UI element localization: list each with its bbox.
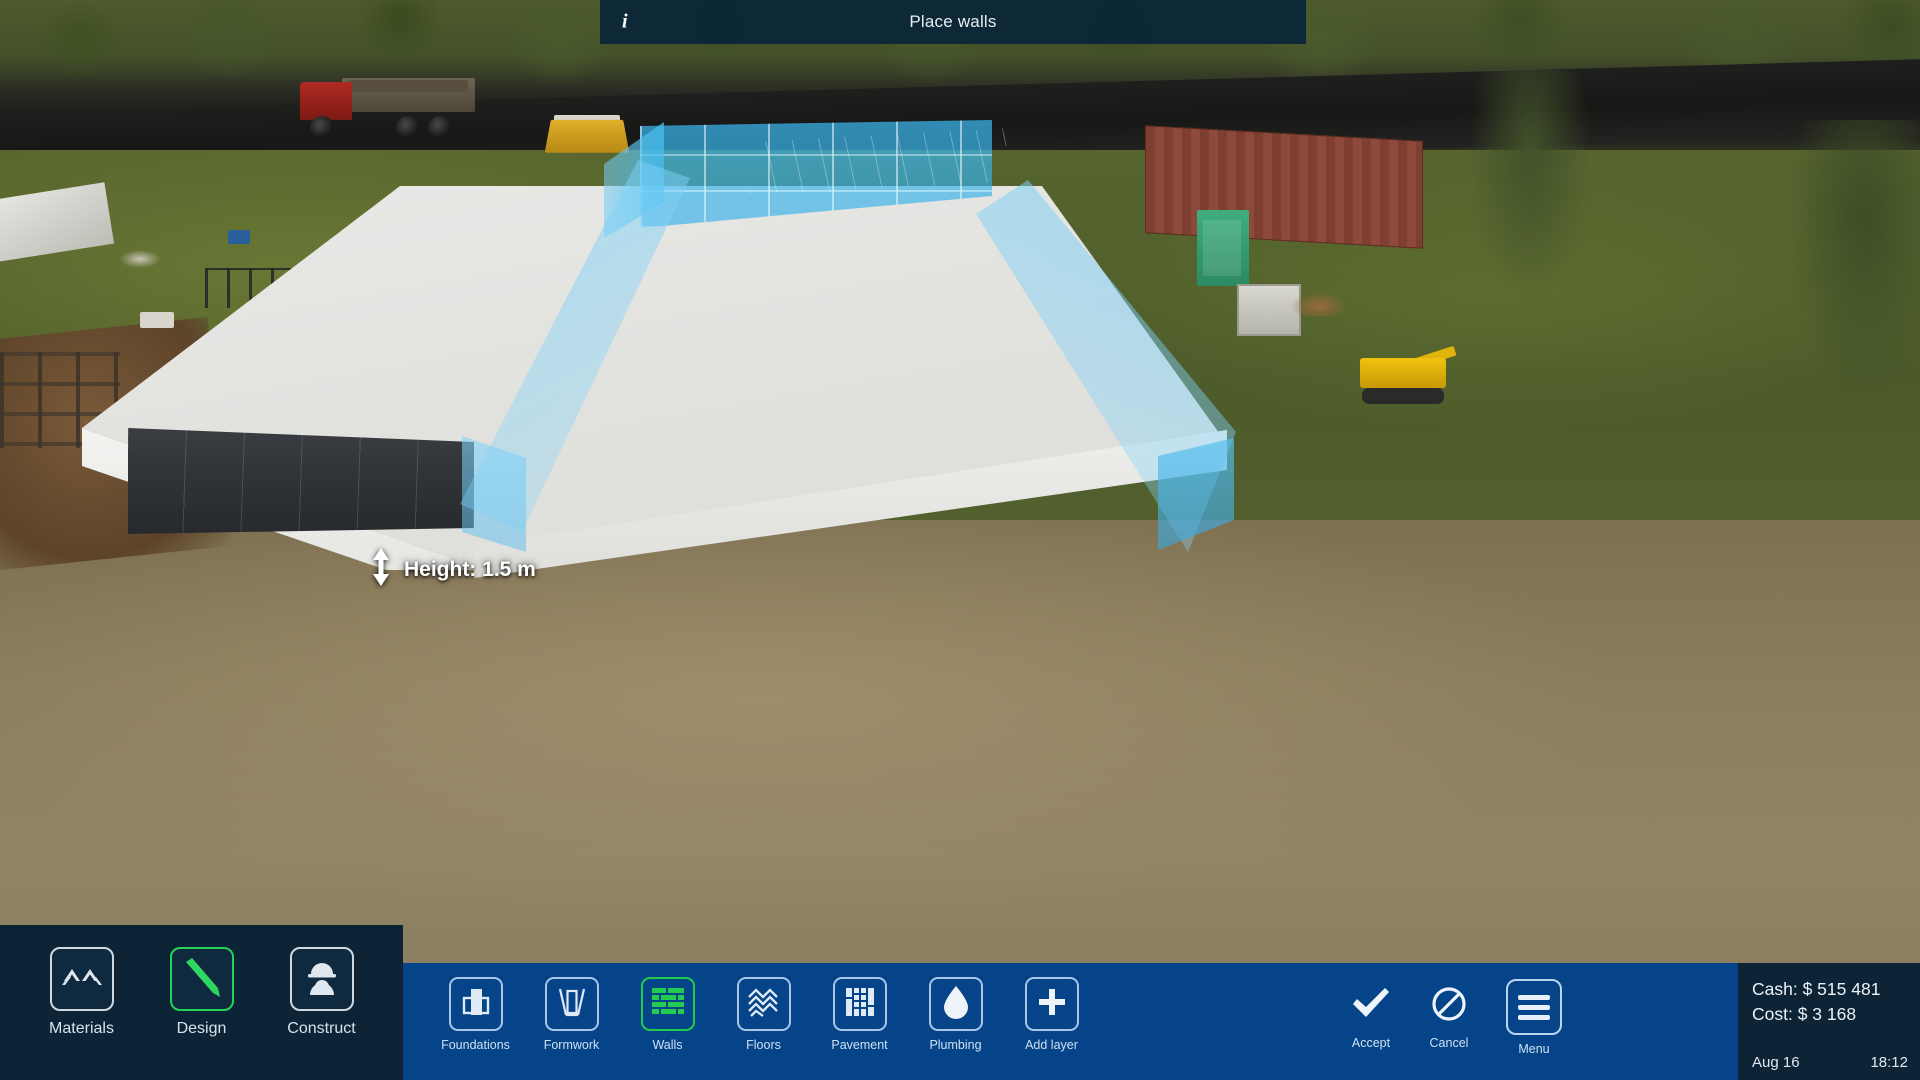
truck-wheel: [310, 116, 334, 140]
dump-truck: [300, 78, 475, 140]
foundation-block-icon: [459, 985, 493, 1024]
excavator-body: [1360, 358, 1446, 388]
layer-tool-row: Foundations Formwork Walls Floors Paveme…: [441, 977, 1084, 1052]
menu-bar: [1518, 994, 1550, 1000]
action-row: Accept Cancel Menu: [1342, 979, 1570, 1056]
debris-pile: [120, 250, 160, 268]
blue-crate: [228, 230, 250, 244]
portable-toilet: [1197, 210, 1249, 286]
materials-button[interactable]: [49, 947, 114, 1011]
foundations-button[interactable]: [448, 977, 503, 1031]
tree-right-near: [1470, 70, 1590, 300]
mode-label-materials: Materials: [49, 1020, 114, 1037]
prohibition-icon[interactable]: [1431, 979, 1467, 1029]
mode-label-design: Design: [176, 1020, 227, 1037]
pencil-icon: [180, 955, 224, 1004]
walls-button[interactable]: [640, 977, 695, 1031]
accept-action[interactable]: Accept: [1342, 979, 1400, 1050]
skip-container: [544, 119, 630, 153]
design-button[interactable]: [169, 947, 234, 1011]
excavator-track: [1362, 388, 1444, 404]
checkmark-icon[interactable]: [1351, 979, 1391, 1029]
cost-value: Cost: $ 3 168: [1752, 1004, 1857, 1024]
mode-item-design[interactable]: Design: [158, 947, 246, 1038]
banner-title: Place walls: [909, 12, 997, 31]
excavator: [1352, 345, 1457, 414]
menu-action[interactable]: Menu: [1498, 979, 1570, 1056]
brick-wall-icon: [651, 987, 685, 1022]
shipping-container: [1145, 125, 1423, 249]
tool-item-floors[interactable]: Floors: [731, 977, 796, 1052]
tool-label-foundations: Foundations: [441, 1038, 510, 1052]
mode-banner: i Place walls: [600, 0, 1306, 44]
tool-item-walls[interactable]: Walls: [635, 977, 700, 1052]
hamburger-menu-icon[interactable]: [1506, 979, 1562, 1035]
accept-label: Accept: [1351, 1036, 1391, 1050]
plus-icon: [1037, 987, 1067, 1022]
tool-item-plumbing[interactable]: Plumbing: [923, 977, 988, 1052]
tool-label-pavement: Pavement: [831, 1038, 888, 1052]
tool-item-foundations[interactable]: Foundations: [441, 977, 510, 1052]
stats-panel: Cash: $ 515 481 Cost: $ 3 168 Aug 16 18:…: [1738, 963, 1920, 1080]
construct-button[interactable]: [289, 947, 354, 1011]
mode-label-construct: Construct: [287, 1020, 356, 1037]
3d-viewport[interactable]: Height: 1.5 m: [0, 0, 1920, 1080]
floors-button[interactable]: [736, 977, 791, 1031]
tool-item-pavement[interactable]: Pavement: [827, 977, 892, 1052]
glazing-facade: [128, 428, 474, 534]
materials-chevron-icon: [61, 965, 102, 994]
truck-cab: [300, 82, 352, 120]
add-layer-button[interactable]: [1024, 977, 1079, 1031]
white-crate: [140, 312, 174, 328]
mode-panel: Materials Design Construct: [0, 925, 403, 1080]
menu-bar: [1518, 1004, 1550, 1010]
cancel-label: Cancel: [1429, 1036, 1469, 1050]
clock-row: Aug 16 18:12: [1752, 1054, 1908, 1071]
tool-label-add-layer: Add layer: [1025, 1038, 1078, 1052]
height-tooltip: Height: 1.5 m: [370, 548, 536, 592]
herringbone-floor-icon: [747, 986, 781, 1023]
mode-item-materials[interactable]: Materials: [38, 947, 126, 1038]
tool-label-formwork: Formwork: [543, 1038, 600, 1052]
tool-label-plumbing: Plumbing: [929, 1038, 982, 1052]
cancel-action[interactable]: Cancel: [1420, 979, 1478, 1050]
tool-item-add-layer[interactable]: Add layer: [1019, 977, 1084, 1052]
tool-label-walls: Walls: [652, 1038, 683, 1052]
pavement-button[interactable]: [832, 977, 887, 1031]
menu-label: Menu: [1518, 1042, 1550, 1056]
mode-item-construct[interactable]: Construct: [278, 947, 366, 1038]
water-drop-icon: [942, 985, 970, 1024]
cash-value: Cash: $ 515 481: [1752, 979, 1881, 999]
layer-toolbar: Foundations Formwork Walls Floors Paveme…: [403, 963, 1738, 1080]
menu-bar: [1518, 1014, 1550, 1020]
time-value: 18:12: [1870, 1054, 1908, 1071]
date-value: Aug 16: [1752, 1054, 1800, 1071]
info-icon[interactable]: i: [622, 11, 628, 34]
tool-item-formwork[interactable]: Formwork: [539, 977, 604, 1052]
vertical-resize-arrow-icon: [370, 548, 392, 592]
tool-label-floors: Floors: [746, 1038, 781, 1052]
truck-wheel: [428, 116, 452, 140]
formwork-button[interactable]: [544, 977, 599, 1031]
truck-wheel: [396, 116, 420, 140]
game-screen: Height: 1.5 m i Place walls Materials De…: [0, 0, 1920, 1080]
tree-right-far: [1790, 120, 1920, 400]
rubble-pile: [1290, 292, 1348, 316]
pavement-grid-icon: [844, 986, 876, 1023]
height-value: Height: 1.5 m: [404, 558, 536, 581]
truck-load: [348, 80, 468, 92]
formwork-frame-icon: [555, 985, 589, 1024]
worker-hardhat-icon: [302, 957, 342, 1002]
plumbing-button[interactable]: [928, 977, 983, 1031]
